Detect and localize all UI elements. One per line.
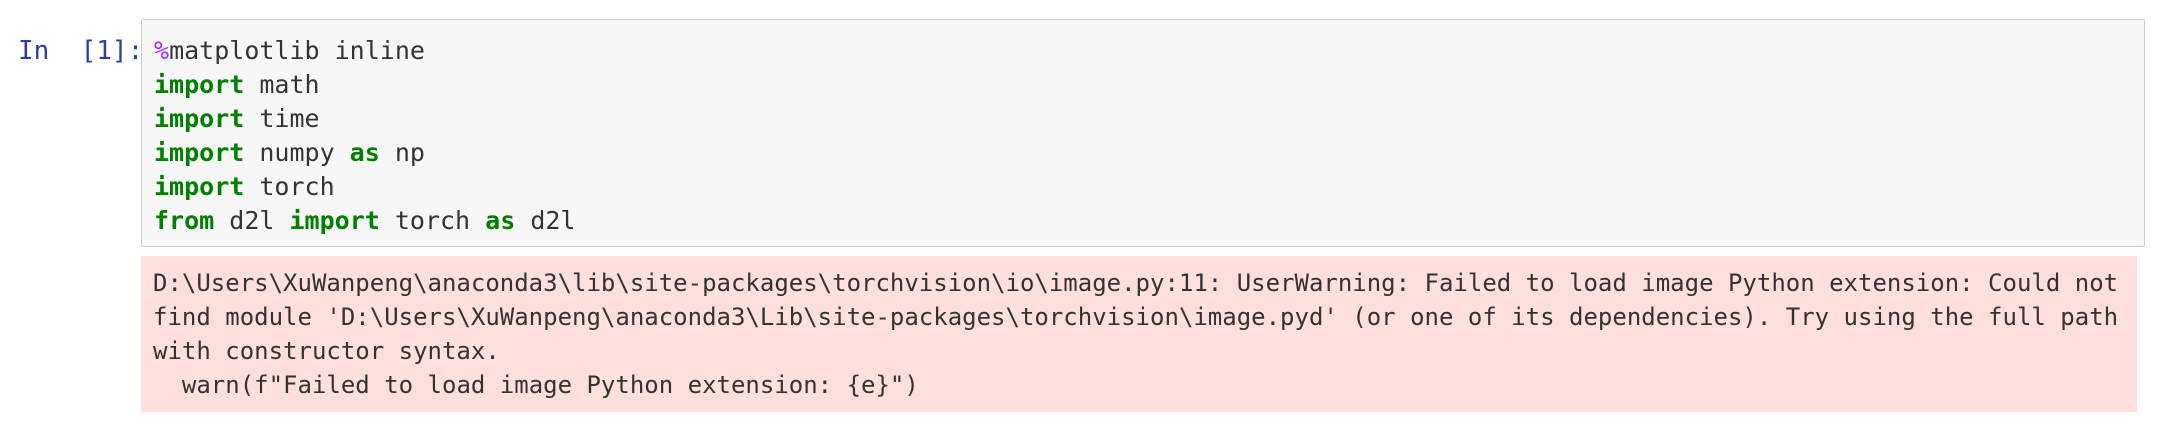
code-token: numpy	[244, 138, 350, 167]
code-token: d2l	[515, 206, 576, 235]
code-keyword: import	[154, 138, 245, 167]
code-token: time	[244, 104, 320, 133]
code-keyword: import	[154, 104, 245, 133]
code-keyword: import	[154, 172, 245, 201]
code-keyword: as	[349, 138, 380, 167]
code-editor[interactable]: %matplotlib inline import math import time…	[141, 19, 2145, 247]
code-line: from d2l import torch as d2l	[154, 204, 575, 238]
code-magic: %	[154, 36, 170, 65]
notebook-code-cell[interactable]: In [1]: %matplotlib inline import math imp…	[0, 0, 2169, 428]
code-token: torch	[379, 206, 486, 235]
code-token: np	[379, 138, 425, 167]
code-keyword: as	[485, 206, 516, 235]
code-token: math	[244, 70, 320, 99]
code-token: matplotlib inline	[169, 36, 425, 65]
code-token: d2l	[214, 206, 290, 235]
stderr-text: D:\Users\XuWanpeng\anaconda3\lib\site-pa…	[153, 269, 2119, 399]
code-line: import math	[154, 68, 575, 102]
stderr-output: D:\Users\XuWanpeng\anaconda3\lib\site-pa…	[141, 256, 2137, 412]
code-line: import numpy as np	[154, 136, 575, 170]
code-keyword: import	[289, 206, 380, 235]
code-keyword: from	[154, 206, 215, 235]
code-line: %matplotlib inline	[154, 34, 575, 68]
code-text: %matplotlib inline import math import time…	[154, 34, 575, 238]
code-line: import torch	[154, 170, 575, 204]
code-keyword: import	[154, 70, 245, 99]
code-line: import time	[154, 102, 575, 136]
code-token: torch	[244, 172, 335, 201]
input-prompt: In [1]:	[18, 36, 144, 66]
